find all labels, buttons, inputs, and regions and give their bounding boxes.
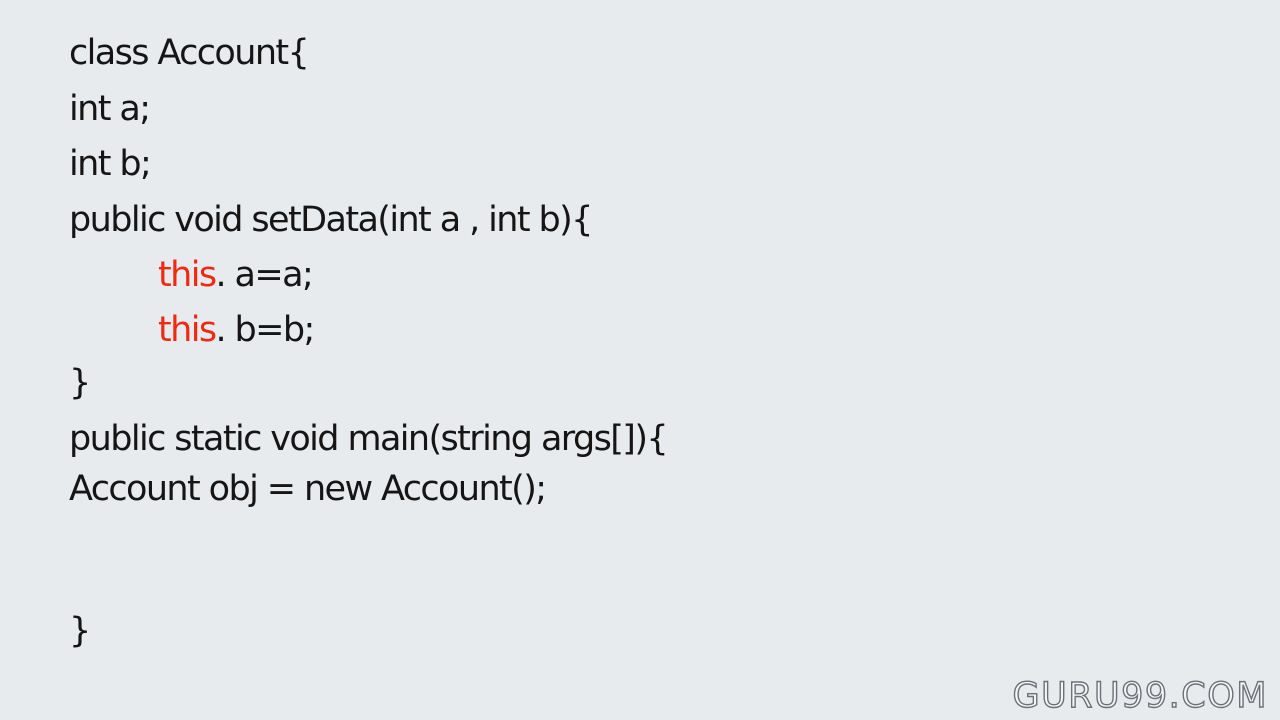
code-line-main-signature: public static void main(string args[]){	[69, 419, 669, 459]
watermark-logo: GURU99.COM	[1012, 675, 1268, 716]
code-line-int-b: int b;	[69, 144, 152, 184]
code-line-final-brace: }	[69, 611, 91, 651]
code-line-this-a-rest: . a=a;	[215, 255, 313, 295]
code-line-new-account: Account obj = new Account();	[69, 469, 547, 509]
code-line-int-a: int a;	[69, 89, 151, 129]
this-keyword: this	[158, 310, 217, 350]
code-line-this-b-rest: . b=b;	[215, 310, 315, 350]
code-line-close-brace: }	[69, 363, 91, 403]
code-line-setdata-signature: public void setData(int a , int b){	[69, 200, 593, 240]
code-line-class-declaration: class Account{	[69, 33, 310, 73]
code-line-this-b: this. b=b;	[158, 307, 315, 353]
code-line-this-a: this. a=a;	[158, 252, 314, 298]
this-keyword: this	[158, 255, 217, 295]
code-slide: class Account{ int a; int b; public void…	[0, 0, 1280, 720]
